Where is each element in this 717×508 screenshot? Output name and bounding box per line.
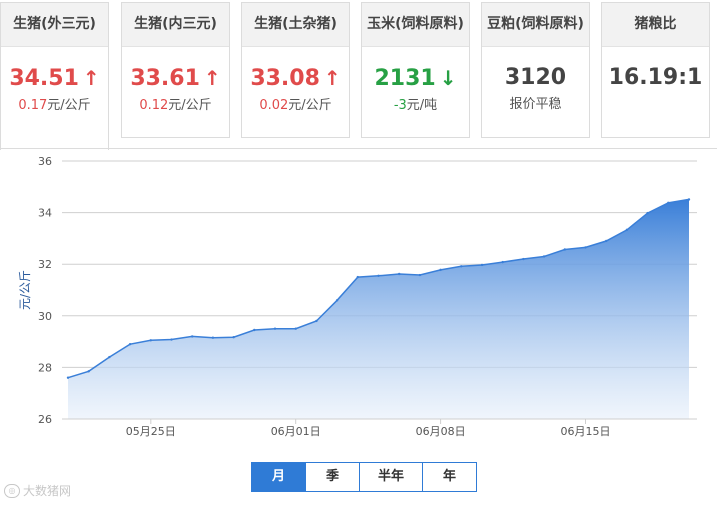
price-card-pig-local[interactable]: 生猪(土杂猪) 33.08 ↑ 0.02元/公斤 bbox=[241, 2, 350, 138]
y-tick-label: 26 bbox=[38, 413, 52, 426]
data-point bbox=[542, 255, 546, 258]
data-point bbox=[460, 265, 463, 268]
card-price: 33.08 ↑ bbox=[250, 66, 341, 91]
card-change: 报价平稳 bbox=[509, 97, 562, 112]
card-price: 2131 ↓ bbox=[374, 66, 457, 91]
x-tick-label: 06月15日 bbox=[561, 425, 611, 438]
card-title: 生猪(外三元) bbox=[1, 3, 108, 47]
y-tick-label: 32 bbox=[38, 258, 52, 271]
data-point bbox=[232, 336, 235, 339]
price-card-pig-internal[interactable]: 生猪(内三元) 33.61 ↑ 0.12元/公斤 bbox=[121, 2, 230, 138]
data-point bbox=[563, 248, 566, 251]
card-title: 生猪(土杂猪) bbox=[242, 3, 349, 47]
data-point bbox=[398, 272, 401, 276]
arrow-up-icon: ↑ bbox=[82, 66, 100, 90]
data-point bbox=[480, 263, 484, 267]
data-point bbox=[87, 370, 90, 373]
period-button-quarter[interactable]: 季 bbox=[306, 463, 360, 491]
data-point bbox=[605, 239, 608, 243]
price-card-soymeal[interactable]: 豆粕(饲料原料) 3120 报价平稳 bbox=[481, 2, 590, 138]
y-tick-label: 36 bbox=[38, 155, 52, 168]
y-tick-label: 30 bbox=[38, 310, 52, 323]
data-point bbox=[211, 336, 215, 339]
data-point bbox=[149, 339, 152, 342]
data-point bbox=[191, 335, 194, 338]
series-area bbox=[68, 199, 689, 419]
card-price: 33.61 ↑ bbox=[130, 66, 221, 91]
card-title: 豆粕(饲料原料) bbox=[482, 3, 589, 47]
data-point bbox=[625, 228, 629, 232]
data-point bbox=[128, 342, 132, 346]
y-axis-label: 元/公斤 bbox=[18, 270, 32, 310]
data-point bbox=[273, 327, 277, 330]
period-button-month[interactable]: 月 bbox=[252, 463, 306, 491]
watermark-logo-icon: ◎ bbox=[4, 483, 20, 498]
card-price: 16.19:1 bbox=[608, 65, 703, 90]
period-button-half-year[interactable]: 半年 bbox=[360, 463, 423, 491]
price-card-corn[interactable]: 玉米(饲料原料) 2131 ↓ -3元/吨 bbox=[361, 2, 470, 138]
arrow-up-icon: ↑ bbox=[323, 66, 341, 90]
data-point bbox=[294, 327, 297, 330]
card-title: 猪粮比 bbox=[602, 3, 709, 47]
x-tick-label: 05月25日 bbox=[126, 425, 176, 438]
y-tick-label: 34 bbox=[38, 207, 52, 220]
card-title: 玉米(饲料原料) bbox=[362, 3, 469, 47]
data-point bbox=[418, 273, 422, 277]
data-point bbox=[108, 355, 111, 359]
arrow-down-icon: ↓ bbox=[439, 66, 457, 90]
card-change: -3元/吨 bbox=[393, 98, 438, 113]
card-change: 0.02元/公斤 bbox=[259, 98, 332, 113]
x-tick-label: 06月01日 bbox=[271, 425, 321, 438]
data-point bbox=[439, 268, 442, 272]
data-point bbox=[66, 376, 70, 379]
data-point bbox=[646, 211, 649, 215]
data-point bbox=[335, 299, 339, 302]
data-point bbox=[667, 201, 670, 204]
data-point bbox=[356, 275, 359, 279]
data-point bbox=[501, 260, 504, 264]
card-change: 0.12元/公斤 bbox=[139, 98, 212, 113]
data-point bbox=[315, 319, 318, 323]
card-title: 生猪(内三元) bbox=[122, 3, 229, 47]
data-point bbox=[253, 328, 256, 332]
price-cards: 生猪(外三元) 34.51 ↑ 0.17元/公斤 生猪(内三元) 33.61 ↑ 0… bbox=[0, 0, 717, 150]
period-selector: 月 季 半年 年 bbox=[251, 462, 477, 492]
price-trend-chart: 26 28 30 32 34 36 05月25日 06月01日 06月08日 06月15日 元/公斤 bbox=[18, 155, 697, 438]
watermark: ◎ 大数猪网 bbox=[4, 482, 71, 499]
data-point bbox=[522, 257, 525, 261]
card-price: 3120 bbox=[504, 65, 567, 90]
data-point bbox=[687, 198, 691, 201]
price-card-hog-grain-ratio[interactable]: 猪粮比 16.19:1 bbox=[601, 2, 710, 138]
data-point bbox=[170, 338, 173, 341]
data-point bbox=[377, 274, 380, 278]
x-tick-label: 06月08日 bbox=[416, 425, 466, 438]
card-price: 34.51 ↑ bbox=[9, 66, 100, 91]
data-point bbox=[584, 246, 587, 249]
card-change: 0.17元/公斤 bbox=[18, 98, 91, 113]
y-tick-label: 28 bbox=[38, 361, 52, 374]
price-card-pig-external[interactable]: 生猪(外三元) 34.51 ↑ 0.17元/公斤 bbox=[0, 2, 109, 150]
period-button-year[interactable]: 年 bbox=[423, 463, 476, 491]
arrow-up-icon: ↑ bbox=[203, 66, 221, 90]
